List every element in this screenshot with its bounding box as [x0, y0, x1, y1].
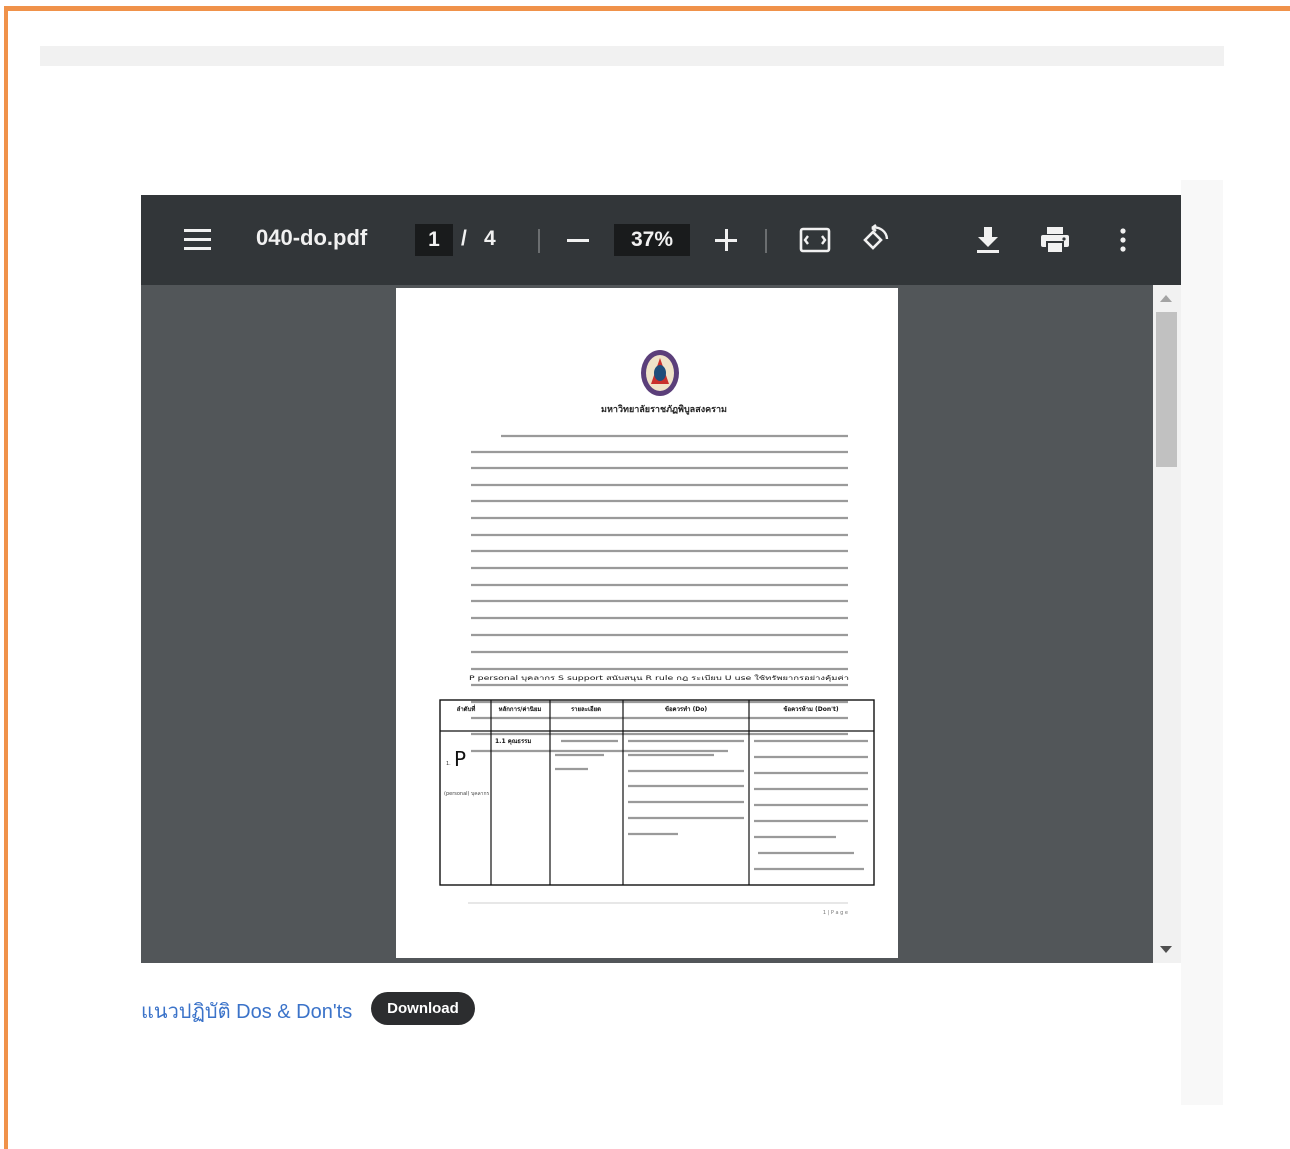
page-separator: / [461, 227, 467, 250]
plus-icon[interactable] [711, 225, 741, 255]
table-header: ข้อควรทำ (Do) [665, 705, 708, 713]
scrollbar-thumb[interactable] [1156, 312, 1177, 467]
table-header: หลักการ/ค่านิยม [499, 705, 542, 713]
download-button[interactable]: Download [371, 992, 475, 1025]
print-icon[interactable] [1037, 223, 1073, 257]
toolbar-divider [538, 229, 540, 253]
row-letter: P [454, 747, 466, 771]
page-footer: 1 | P a g e [823, 910, 848, 916]
fit-to-page-icon[interactable] [798, 225, 832, 255]
pdf-viewer: 040-do.pdf 1 / 4 37% มหาวิทยาลัยราชภัฏพิ… [141, 195, 1181, 963]
table-header: รายละเอียด [571, 705, 601, 713]
pdf-toolbar: 040-do.pdf 1 / 4 37% [141, 195, 1181, 285]
page-number-input[interactable]: 1 [415, 224, 453, 256]
pdf-page: มหาวิทยาลัยราชภัฏพิบูลสงคราม P personal … [396, 288, 898, 958]
pdf-filename: 040-do.pdf [256, 225, 368, 250]
table-header: ลำดับที่ [457, 704, 476, 713]
scroll-up-arrow[interactable] [1160, 295, 1172, 302]
table-header: ข้อควรห้าม (Don't) [783, 705, 839, 713]
body-paragraph [471, 434, 848, 753]
more-vert-icon[interactable] [1109, 223, 1137, 257]
document-title-link[interactable]: แนวปฏิบัติ Dos & Don'ts [141, 995, 352, 1027]
zoom-level-input[interactable]: 37% [614, 224, 690, 256]
row-letter-sub: (personal) บุคลากร [444, 791, 490, 797]
menu-icon[interactable] [181, 227, 215, 253]
scroll-down-arrow[interactable] [1160, 946, 1172, 953]
orange-top-border [4, 6, 1290, 11]
page-total: 4 [484, 227, 496, 250]
row-principle: 1.1 คุณธรรม [495, 738, 531, 745]
university-name: มหาวิทยาลัยราชภัฏพิบูลสงคราม [601, 404, 727, 415]
psru-line: P personal บุคลากร S support สนับสนุน R … [469, 674, 849, 682]
right-shadow [1181, 180, 1223, 1105]
orange-left-border [4, 6, 8, 1149]
minus-icon[interactable] [563, 225, 593, 255]
download-icon[interactable] [971, 223, 1005, 257]
rotate-icon[interactable] [857, 223, 891, 257]
table-cell-lines [555, 739, 868, 871]
dos-donts-table: ลำดับที่ หลักการ/ค่านิยม รายละเอียด ข้อค… [439, 699, 875, 886]
header-strip [40, 46, 1224, 66]
pdf-page-render: มหาวิทยาลัยราชภัฏพิบูลสงคราม P personal … [439, 350, 875, 916]
toolbar-divider [765, 229, 767, 253]
row-letter-prefix: 1. [446, 761, 451, 767]
university-seal-icon [641, 350, 679, 396]
